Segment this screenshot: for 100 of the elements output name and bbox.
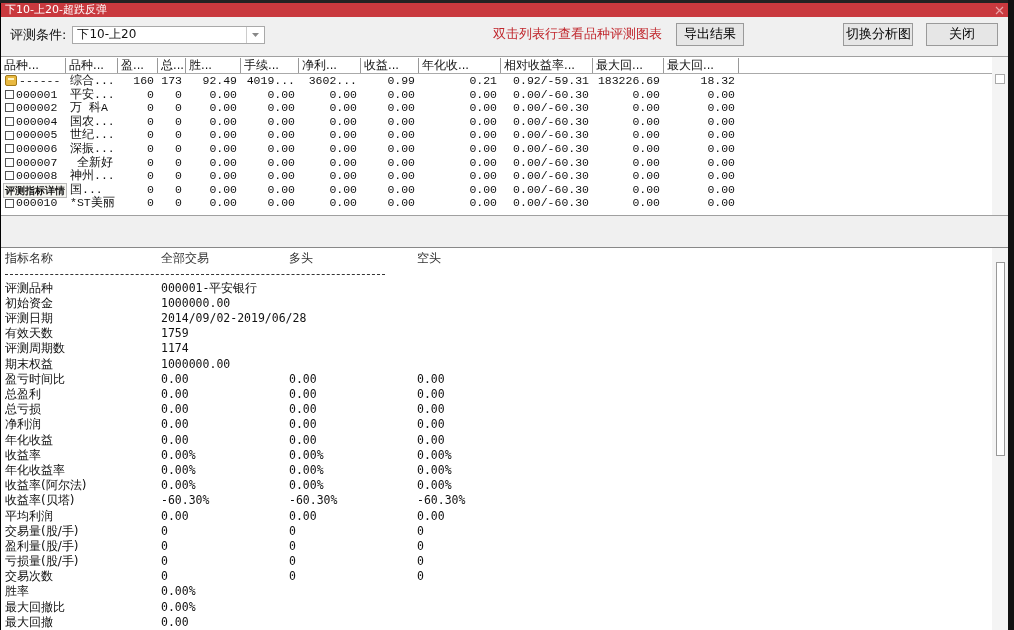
table-cell: 18.32 (700, 73, 735, 87)
column-header[interactable]: 胜... (186, 57, 241, 73)
scrollbar-thumb[interactable] (996, 261, 1005, 456)
table-cell: 0.00 (387, 101, 415, 115)
table-cell: 000005 (16, 128, 58, 142)
row-checkbox[interactable] (5, 144, 14, 154)
metric-value: 0.00 (289, 371, 317, 387)
metric-value: 0 (161, 523, 168, 539)
table-cell: 0.00 (632, 87, 660, 101)
metric-value: 0 (289, 538, 296, 555)
column-header[interactable]: 最大回... (664, 57, 739, 73)
table-cell: 0.00 (632, 114, 660, 128)
column-header[interactable]: 品种... (66, 57, 118, 73)
column-header[interactable]: 年化收... (419, 57, 501, 73)
table-cell: 0.00 (387, 155, 415, 169)
table-cell: 0 (147, 101, 154, 115)
table-cell: 0.00 (469, 182, 497, 196)
table-cell: 0.00 (267, 169, 295, 183)
table-cell-text: 全新好 (75, 155, 113, 169)
metric-value: 0.00% (289, 478, 324, 494)
table-cell: 0 (175, 87, 182, 101)
table-cell: 0.00 (209, 182, 237, 196)
metric-name: 有效天数 (5, 326, 53, 342)
table-cell: 92.49 (202, 73, 237, 87)
metric-value: 0.00 (289, 417, 317, 433)
table-cell: 0.00/-60.30 (513, 182, 589, 196)
metric-value: 0.00 (161, 614, 189, 630)
table-cell: 0.00 (329, 87, 357, 101)
toolbar-button[interactable]: 关闭 (926, 23, 998, 46)
table-cell: 0.00 (329, 141, 357, 155)
table-cell: 0.00 (209, 101, 237, 115)
toolbar-button[interactable]: 导出结果 (676, 23, 744, 46)
row-checkbox[interactable] (5, 89, 14, 99)
table-cell: 0.00 (387, 169, 415, 183)
table-cell: 0 (175, 101, 182, 115)
table-cell: 0.00/-60.30 (513, 114, 589, 128)
metric-value: 0.00 (161, 387, 189, 403)
toolbar-button[interactable]: 切换分析图 (843, 23, 913, 46)
metric-value: 0.00% (161, 447, 196, 463)
column-header[interactable]: 最大回... (593, 57, 664, 73)
metric-value: 0 (417, 523, 424, 539)
column-header[interactable]: 盈... (118, 57, 158, 73)
table-cell: 0.00 (209, 114, 237, 128)
table-cell: 国... (70, 182, 103, 196)
row-checkbox[interactable] (5, 130, 14, 140)
column-header[interactable]: 手续... (241, 57, 299, 73)
table-cell: 0.00 (329, 128, 357, 142)
table-cell: 0.00 (209, 128, 237, 142)
table-cell: 0.00/-60.30 (513, 169, 589, 183)
metric-value: 0.00% (161, 584, 196, 600)
scrollbar[interactable] (992, 247, 1008, 630)
row-checkbox[interactable] (5, 103, 14, 113)
table-cell: 0.00 (707, 101, 735, 115)
column-header[interactable]: 总... (158, 57, 186, 73)
table-cell: 0.00 (329, 114, 357, 128)
table-cell: 0.00 (469, 128, 497, 142)
row-checkbox[interactable] (5, 117, 14, 127)
table-cell: 国农... (70, 114, 115, 128)
scroll-box-icon (995, 73, 1005, 84)
table-cell: 0 (147, 196, 154, 210)
dropdown-arrow-icon (252, 32, 260, 37)
hint-text: 双击列表行查看品种评测图表 (493, 26, 663, 44)
condition-dropdown[interactable]: 下10-上20 (72, 25, 266, 44)
metric-name: 净利润 (5, 417, 41, 433)
close-icon[interactable] (995, 5, 1004, 15)
table-cell: 0.00 (387, 114, 415, 128)
row-checkbox[interactable] (5, 171, 14, 181)
metric-value: 0.00 (161, 371, 189, 387)
metric-value: 0.00 (289, 508, 317, 524)
column-header[interactable]: 收益... (361, 57, 419, 73)
table-cell: 0 (175, 196, 182, 210)
metric-name: 最大回撤比 (5, 599, 65, 615)
metric-value: 0.00% (161, 462, 196, 479)
row-checkbox[interactable] (5, 157, 14, 167)
metric-value: -60.30% (161, 493, 210, 509)
table-cell: 0.00 (329, 101, 357, 115)
column-header: 全部交易 (161, 250, 209, 266)
metric-value: 000001-平安银行 (161, 280, 258, 296)
metric-value: 0.00 (417, 417, 445, 433)
table-cell: 0.00/-60.30 (513, 87, 589, 101)
table-cell: 0.00 (267, 114, 295, 128)
metric-name: 收益率(贝塔) (5, 493, 75, 509)
table-cell: 0.00 (267, 155, 295, 169)
metric-name: 交易量(股/手) (5, 523, 79, 539)
tooltip: 评测指标详情 (3, 182, 67, 198)
table-cell: 世纪... (70, 128, 115, 142)
table-cell: 0.00 (707, 114, 735, 128)
table-cell: 0.00 (387, 196, 415, 210)
table-cell: 0 (175, 114, 182, 128)
table-cell: 0.00 (632, 141, 660, 155)
table-cell: 0.00 (329, 182, 357, 196)
metric-name: 期末权益 (5, 356, 53, 372)
table-cell: 0 (147, 128, 154, 142)
table-cell: 000007 (16, 155, 58, 170)
metric-name: 总亏损 (5, 402, 41, 418)
metric-name: 平均利润 (5, 508, 53, 524)
metric-value: 0 (417, 554, 424, 570)
column-header[interactable]: 品种... (1, 57, 66, 73)
column-header[interactable]: 相对收益率... (501, 57, 593, 73)
column-header[interactable]: 净利... (299, 57, 361, 73)
